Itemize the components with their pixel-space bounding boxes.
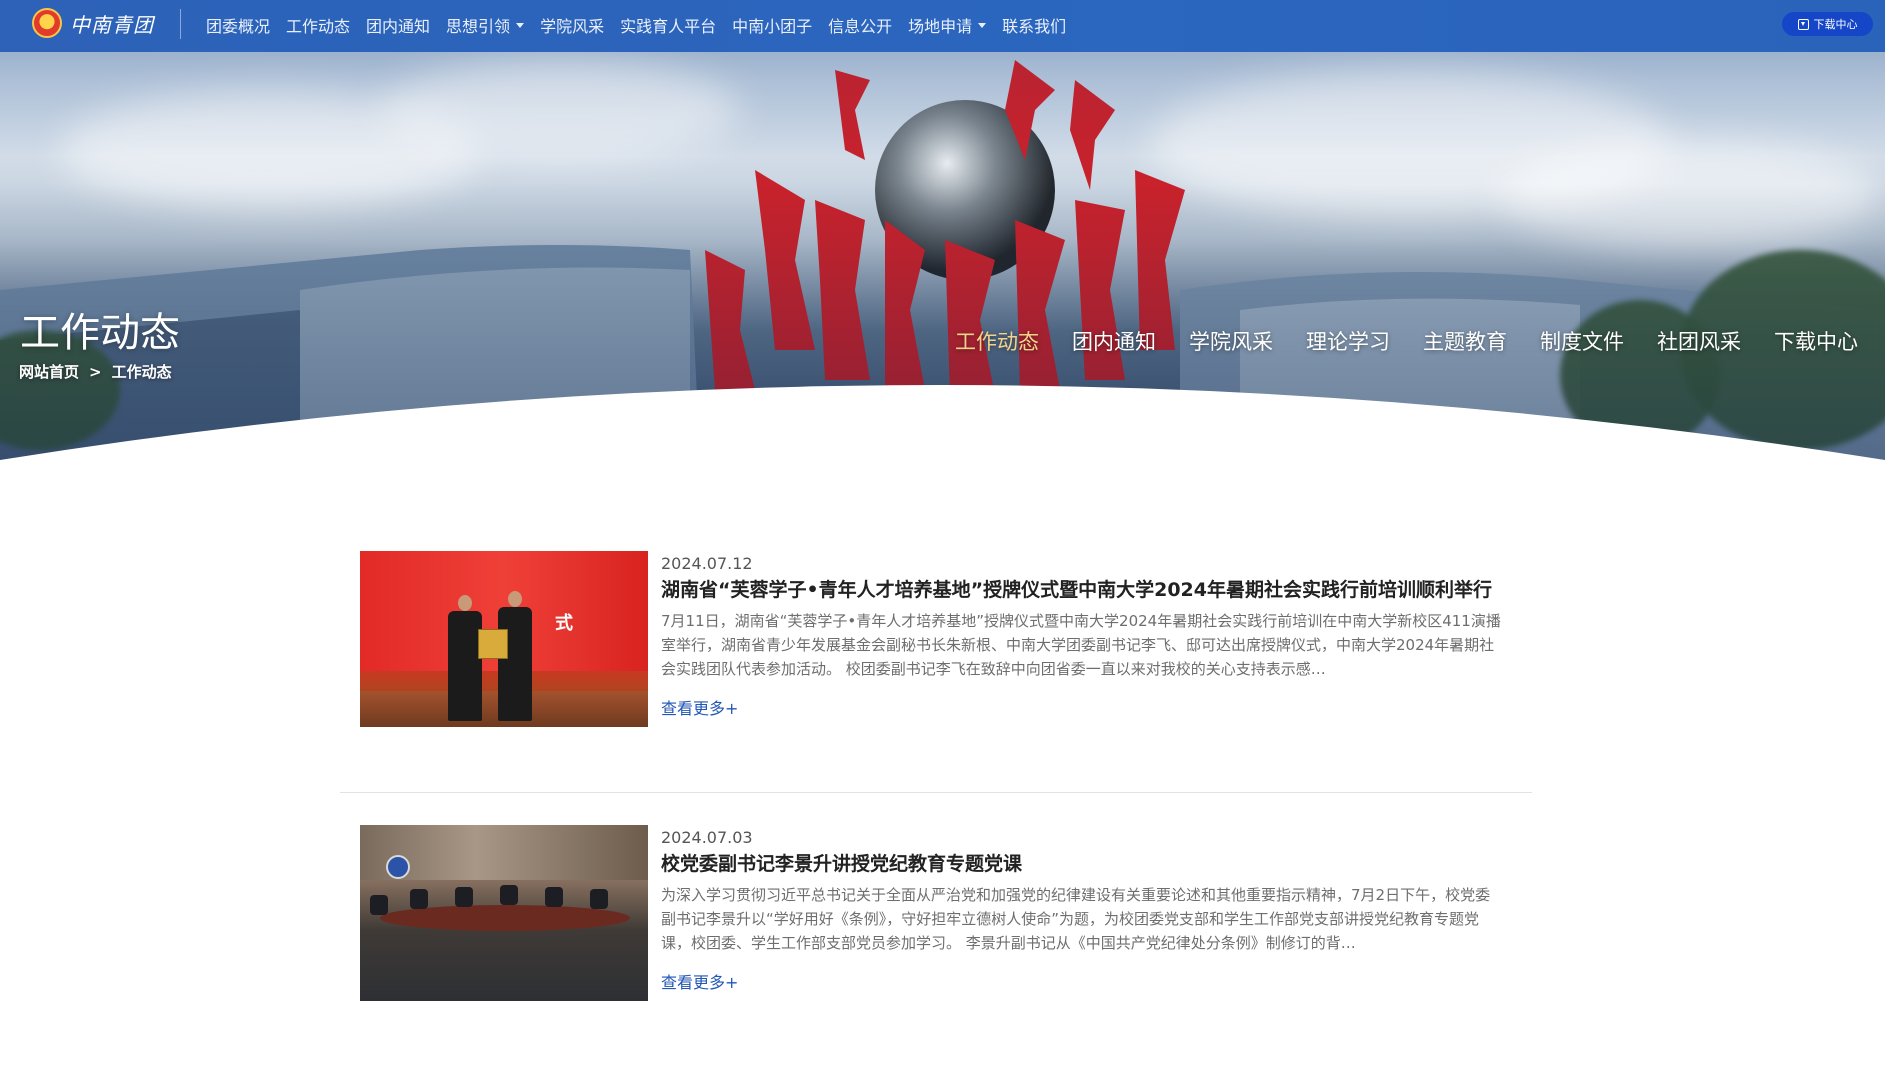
hero-curve	[0, 385, 1885, 460]
subnav-theory-study[interactable]: 理论学习	[1306, 326, 1390, 356]
breadcrumb: 网站首页 > 工作动态	[19, 361, 172, 382]
nav-item-tuanzi[interactable]: 中南小团子	[732, 13, 812, 37]
seat	[410, 889, 428, 909]
league-emblem-icon	[32, 8, 62, 38]
read-more-link[interactable]: 查看更多+	[661, 695, 738, 719]
article-date: 2024.07.03	[661, 828, 753, 847]
logo-text: 中南青团	[70, 12, 154, 37]
read-more-link[interactable]: 查看更多+	[661, 969, 738, 993]
nav-item-work-news[interactable]: 工作动态	[286, 13, 350, 37]
seat	[500, 885, 518, 905]
nav-label: 联系我们	[1002, 17, 1067, 36]
hero-banner	[0, 0, 1885, 460]
nav-item-ideology[interactable]: 思想引领	[446, 13, 525, 37]
article-list: 式 2024.07.12 湖南省“芙蓉学子•青年人才培养基地”授牌仪式暨中南大学…	[340, 551, 1532, 1067]
nav-label: 场地申请	[908, 17, 973, 36]
article-title[interactable]: 湖南省“芙蓉学子•青年人才培养基地”授牌仪式暨中南大学2024年暑期社会实践行前…	[661, 575, 1492, 602]
chevron-down-icon	[516, 22, 525, 28]
nav-item-overview[interactable]: 团委概况	[206, 13, 270, 37]
seat	[545, 887, 563, 907]
subnav-regulations[interactable]: 制度文件	[1540, 326, 1624, 356]
subnav-college-style[interactable]: 学院风采	[1189, 326, 1273, 356]
article-thumbnail[interactable]	[360, 825, 648, 1001]
person-head	[508, 591, 522, 607]
site-logo[interactable]: 中南青团	[32, 8, 154, 38]
article-item: 式 2024.07.12 湖南省“芙蓉学子•青年人才培养基地”授牌仪式暨中南大学…	[340, 551, 1532, 793]
chevron-down-icon	[978, 22, 987, 28]
nav-item-notices[interactable]: 团内通知	[366, 13, 430, 37]
seat	[455, 887, 473, 907]
subnav-work-news[interactable]: 工作动态	[955, 326, 1039, 356]
article-item: 2024.07.03 校党委副书记李景升讲授党纪教育专题党课 为深入学习贯彻习近…	[340, 825, 1532, 1067]
nav-label: 团内通知	[366, 17, 431, 36]
subnav-downloads[interactable]: 下载中心	[1774, 326, 1858, 356]
nav-label: 中南小团子	[732, 17, 813, 36]
section-subnav: 工作动态 团内通知 学院风采 理论学习 主题教育 制度文件 社团风采 下载中心	[955, 326, 1885, 356]
seat	[370, 895, 388, 915]
nav-label: 工作动态	[286, 17, 351, 36]
subnav-theme-education[interactable]: 主题教育	[1423, 326, 1507, 356]
article-title[interactable]: 校党委副书记李景升讲授党纪教育专题党课	[661, 849, 1022, 876]
thumbnail-text: 式	[555, 613, 573, 634]
logo-divider	[180, 9, 181, 39]
university-emblem-icon	[386, 855, 410, 879]
breadcrumb-separator: >	[89, 362, 102, 381]
nav-item-contact[interactable]: 联系我们	[1002, 13, 1066, 37]
person	[498, 607, 532, 721]
person	[448, 611, 482, 721]
subnav-club-style[interactable]: 社团风采	[1657, 326, 1741, 356]
download-icon	[1797, 18, 1809, 30]
subnav-notices[interactable]: 团内通知	[1072, 326, 1156, 356]
nav-label: 思想引领	[446, 17, 511, 36]
nav-item-disclosure[interactable]: 信息公开	[828, 13, 892, 37]
nav-label: 实践育人平台	[620, 17, 717, 36]
person-head	[458, 595, 472, 611]
nav-label: 学院风采	[540, 17, 605, 36]
article-summary: 7月11日，湖南省“芙蓉学子•青年人才培养基地”授牌仪式暨中南大学2024年暑期…	[661, 612, 1501, 678]
plaque	[478, 629, 508, 659]
seat	[590, 889, 608, 909]
nav-item-venue-application[interactable]: 场地申请	[908, 13, 987, 37]
nav-item-college-style[interactable]: 学院风采	[540, 13, 604, 37]
download-label: 下载中心	[1813, 18, 1858, 31]
top-navigation-bar: 中南青团 团委概况 工作动态 团内通知 思想引领 学院风采 实践育人平台 中南小…	[0, 0, 1885, 52]
breadcrumb-current: 工作动态	[111, 363, 172, 381]
download-center-button[interactable]: 下载中心	[1782, 12, 1873, 36]
article-date: 2024.07.12	[661, 554, 753, 573]
nav-label: 信息公开	[828, 17, 893, 36]
main-nav: 团委概况 工作动态 团内通知 思想引领 学院风采 实践育人平台 中南小团子 信息…	[206, 0, 1082, 50]
article-thumbnail[interactable]: 式	[360, 551, 648, 727]
nav-item-practice-platform[interactable]: 实践育人平台	[620, 13, 716, 37]
article-summary: 为深入学习贯彻习近平总书记关于全面从严治党和加强党的纪律建设有关重要论述和其他重…	[661, 886, 1491, 952]
nav-label: 团委概况	[206, 17, 271, 36]
breadcrumb-home-link[interactable]: 网站首页	[19, 361, 79, 382]
page-title: 工作动态	[20, 310, 180, 356]
